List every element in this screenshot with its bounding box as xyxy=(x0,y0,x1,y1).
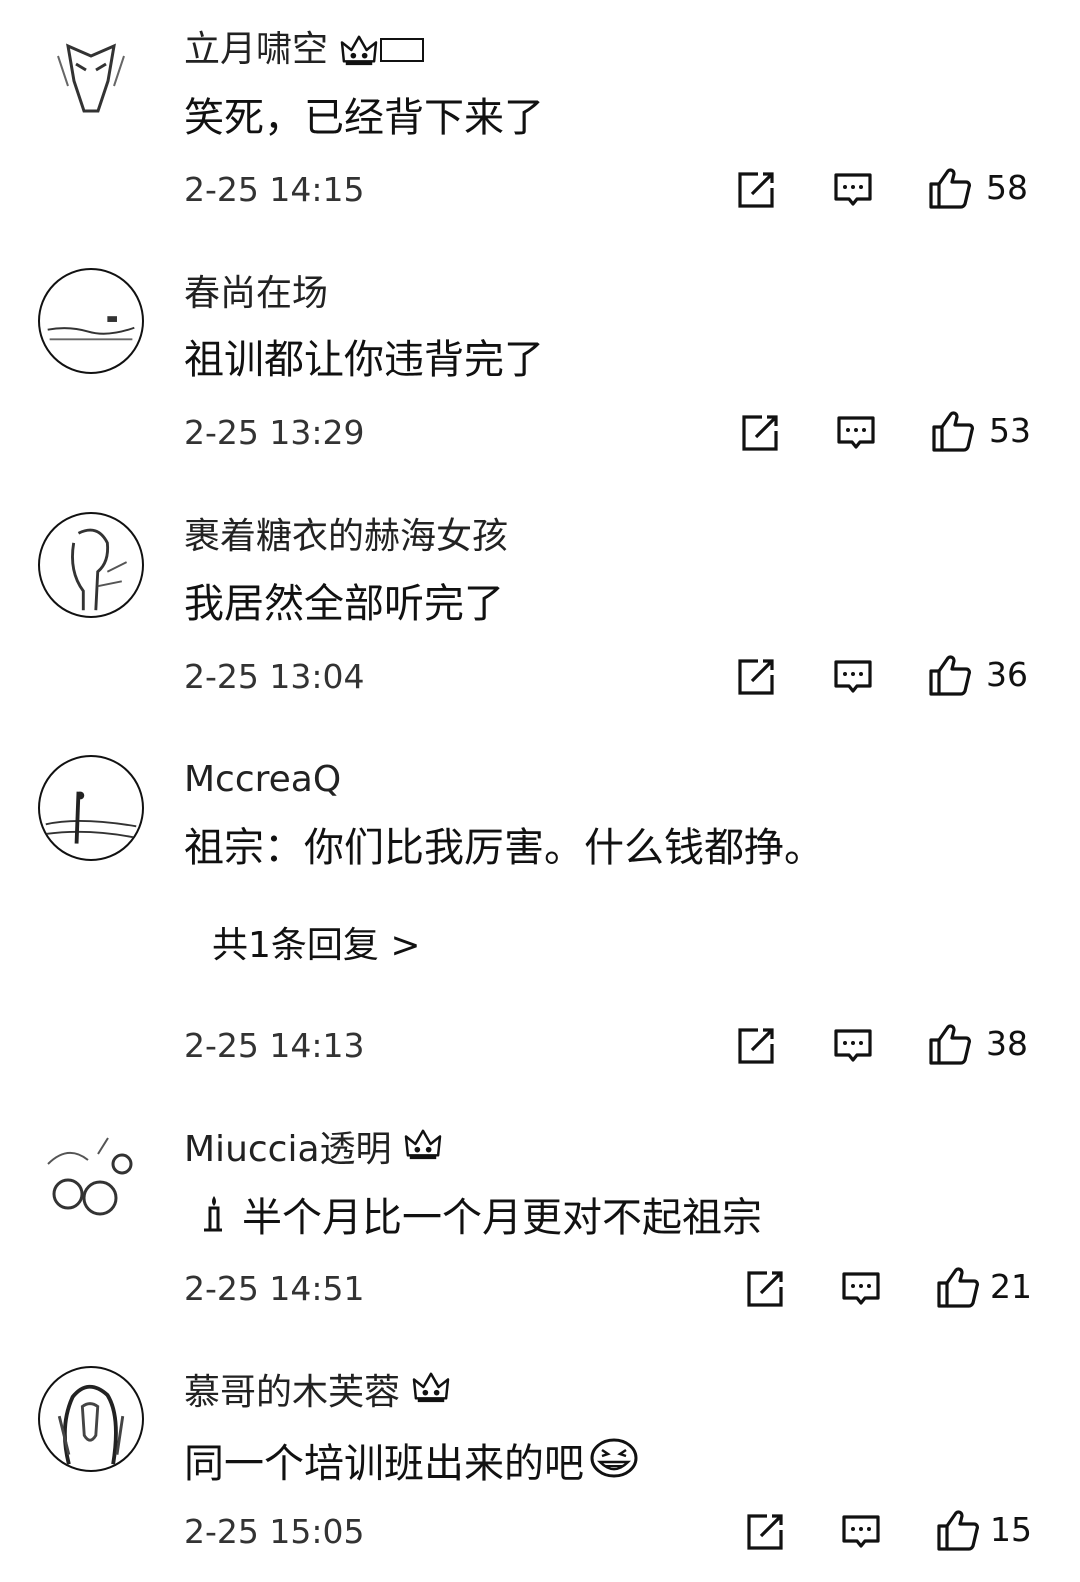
thumbs-up-icon xyxy=(928,1022,972,1066)
timestamp: 2-25 13:29 xyxy=(184,413,365,452)
reply-button[interactable] xyxy=(841,1269,881,1309)
share-button[interactable] xyxy=(745,1269,785,1309)
crown-badge-icon xyxy=(404,1127,442,1172)
comment-bubble-icon xyxy=(833,1026,873,1066)
like-count: 15 xyxy=(990,1510,1032,1549)
comment-text: 笑死，已经背下来了 xyxy=(184,95,544,141)
comment-bubble-icon xyxy=(833,657,873,697)
edit-share-icon xyxy=(740,413,780,453)
comment-bubble-icon xyxy=(841,1512,881,1552)
crown-badge-icon xyxy=(412,1370,450,1415)
view-replies-link[interactable]: 共1条回复 > xyxy=(212,924,421,968)
comment-bubble-icon xyxy=(833,170,873,210)
avatar[interactable] xyxy=(38,1366,144,1472)
crown-badge-icon xyxy=(340,33,425,67)
username[interactable]: 立月啸空 xyxy=(184,28,425,72)
like-button[interactable]: 36 xyxy=(928,653,1028,697)
timestamp: 2-25 15:05 xyxy=(184,1512,365,1551)
username[interactable]: 慕哥的木芙蓉 xyxy=(184,1370,450,1415)
comment-text: 半个月比一个月更对不起祖宗 xyxy=(196,1192,762,1243)
avatar[interactable] xyxy=(38,512,144,618)
like-count: 36 xyxy=(986,655,1028,694)
username[interactable]: 裹着糖衣的赫海女孩 xyxy=(184,515,508,559)
like-count: 53 xyxy=(989,411,1031,450)
reply-button[interactable] xyxy=(833,657,873,697)
comment-text: 祖宗：你们比我厉害。什么钱都挣。 xyxy=(184,825,824,871)
edit-share-icon xyxy=(745,1269,785,1309)
comment-bubble-icon xyxy=(836,413,876,453)
edit-share-icon xyxy=(736,170,776,210)
edit-share-icon xyxy=(736,1026,776,1066)
edit-share-icon xyxy=(736,657,776,697)
thumbs-up-icon xyxy=(936,1508,980,1552)
like-button[interactable]: 21 xyxy=(936,1265,1032,1309)
thumbs-up-icon xyxy=(931,409,975,453)
timestamp: 2-25 13:04 xyxy=(184,657,365,696)
like-button[interactable]: 53 xyxy=(931,409,1031,453)
timestamp: 2-25 14:51 xyxy=(184,1269,365,1308)
timestamp: 2-25 14:13 xyxy=(184,1026,365,1065)
share-button[interactable] xyxy=(740,413,780,453)
edit-share-icon xyxy=(745,1512,785,1552)
reply-button[interactable] xyxy=(833,1026,873,1066)
timestamp: 2-25 14:15 xyxy=(184,170,365,209)
share-button[interactable] xyxy=(736,170,776,210)
like-button[interactable]: 58 xyxy=(928,166,1028,210)
thumbs-up-icon xyxy=(936,1265,980,1309)
username[interactable]: Miuccia透明 xyxy=(184,1127,442,1172)
comment-bubble-icon xyxy=(841,1269,881,1309)
thumbs-up-icon xyxy=(928,653,972,697)
username[interactable]: MccreaQ xyxy=(184,758,341,802)
share-button[interactable] xyxy=(736,657,776,697)
reply-button[interactable] xyxy=(841,1512,881,1552)
comment-text: 祖训都让你违背完了 xyxy=(184,337,544,383)
username[interactable]: 春尚在场 xyxy=(184,272,328,316)
like-button[interactable]: 38 xyxy=(928,1022,1028,1066)
avatar[interactable] xyxy=(38,268,144,374)
avatar[interactable] xyxy=(38,26,144,132)
thumbs-up-icon xyxy=(928,166,972,210)
candle-emoji-icon xyxy=(196,1192,228,1243)
reply-button[interactable] xyxy=(836,413,876,453)
avatar[interactable] xyxy=(38,755,144,861)
like-count: 38 xyxy=(986,1024,1028,1063)
like-button[interactable]: 15 xyxy=(936,1508,1032,1552)
comment-text: 同一个培训班出来的吧 xyxy=(184,1436,640,1491)
reply-button[interactable] xyxy=(833,170,873,210)
avatar[interactable] xyxy=(38,1124,144,1230)
share-button[interactable] xyxy=(736,1026,776,1066)
share-button[interactable] xyxy=(745,1512,785,1552)
laughing-emoji-icon xyxy=(588,1436,640,1491)
comment-text: 我居然全部听完了 xyxy=(184,581,504,627)
like-count: 21 xyxy=(990,1267,1032,1306)
like-count: 58 xyxy=(986,168,1028,207)
